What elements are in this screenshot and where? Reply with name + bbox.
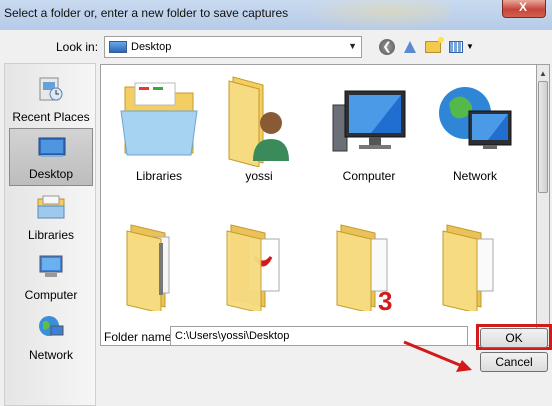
recent-places-icon <box>39 77 63 101</box>
chevron-down-icon: ▼ <box>348 41 357 51</box>
place-libraries[interactable]: Libraries <box>9 188 93 246</box>
new-folder-icon <box>425 37 444 53</box>
scrollbar-thumb[interactable] <box>538 81 548 193</box>
file-list-view[interactable]: Libraries yossi Computer Network <box>100 64 536 346</box>
pdf-folder-icon <box>226 224 280 311</box>
libraries-icon <box>37 195 65 219</box>
up-folder-icon <box>404 41 416 53</box>
network-icon <box>39 316 64 336</box>
views-icon <box>449 41 463 53</box>
cancel-button[interactable]: Cancel <box>480 352 548 372</box>
libraries-folder-icon <box>120 82 198 156</box>
file-item-libraries[interactable]: Libraries <box>111 69 207 199</box>
views-dropdown-icon[interactable]: ▼ <box>466 42 474 51</box>
folder-name-input[interactable] <box>170 326 468 346</box>
file-item-label: Network <box>452 169 497 183</box>
desktop-icon <box>38 137 66 157</box>
vertical-scrollbar[interactable]: ▲ <box>536 64 550 346</box>
file-item-computer[interactable]: Computer <box>321 69 417 199</box>
up-folder-button[interactable] <box>401 38 419 56</box>
places-bar: Recent Places Desktop Libraries Computer… <box>4 63 96 406</box>
place-desktop[interactable]: Desktop <box>9 128 93 186</box>
folder-name-label: Folder name: <box>104 330 175 344</box>
place-label: Recent Places <box>12 110 90 124</box>
title-glow <box>300 0 450 30</box>
file-item-label: Libraries <box>135 169 183 183</box>
close-icon: X <box>519 0 528 14</box>
new-folder-button[interactable] <box>424 37 444 56</box>
file-item-network[interactable]: Network <box>427 69 523 199</box>
place-label: Desktop <box>28 167 74 181</box>
file-item-yossi[interactable]: yossi <box>211 69 307 199</box>
folder-icon <box>336 224 388 311</box>
place-label: Libraries <box>27 228 75 242</box>
place-network[interactable]: Network <box>9 308 93 366</box>
title-bar: Select a folder or, enter a new folder t… <box>0 0 552 30</box>
place-label: Computer <box>24 288 78 302</box>
folder-dialog: Look in: Desktop ▼ ❮ ▼ Recent Places Des… <box>0 30 552 406</box>
folder-icon <box>442 224 494 311</box>
computer-icon <box>332 90 406 152</box>
file-item-label: yossi <box>245 169 273 183</box>
file-item-folder[interactable] <box>321 213 417 343</box>
user-folder-icon <box>228 76 289 167</box>
views-button[interactable] <box>447 38 465 56</box>
lookin-value: Desktop <box>131 41 172 53</box>
scroll-up-icon[interactable]: ▲ <box>539 69 547 78</box>
lookin-label: Look in: <box>56 40 99 54</box>
file-item-folder[interactable] <box>111 213 207 343</box>
network-globe-icon <box>439 87 512 149</box>
place-computer[interactable]: Computer <box>9 248 93 306</box>
close-button[interactable]: X <box>502 0 546 18</box>
window-title: Select a folder or, enter a new folder t… <box>4 6 289 20</box>
lookin-dropdown[interactable]: Desktop ▼ <box>104 36 362 58</box>
back-button[interactable]: ❮ <box>378 38 396 56</box>
back-arrow-icon: ❮ <box>379 39 395 55</box>
file-item-label: Computer <box>342 169 396 183</box>
computer-icon <box>39 255 63 277</box>
place-recent-places[interactable]: Recent Places <box>9 70 93 128</box>
place-label: Network <box>28 348 73 362</box>
desktop-small-icon <box>109 41 127 53</box>
step-number: 3 <box>378 286 393 316</box>
folder-icon <box>126 224 170 311</box>
ok-button[interactable]: OK <box>480 328 548 348</box>
file-item-pdf-folder[interactable] <box>211 213 307 343</box>
